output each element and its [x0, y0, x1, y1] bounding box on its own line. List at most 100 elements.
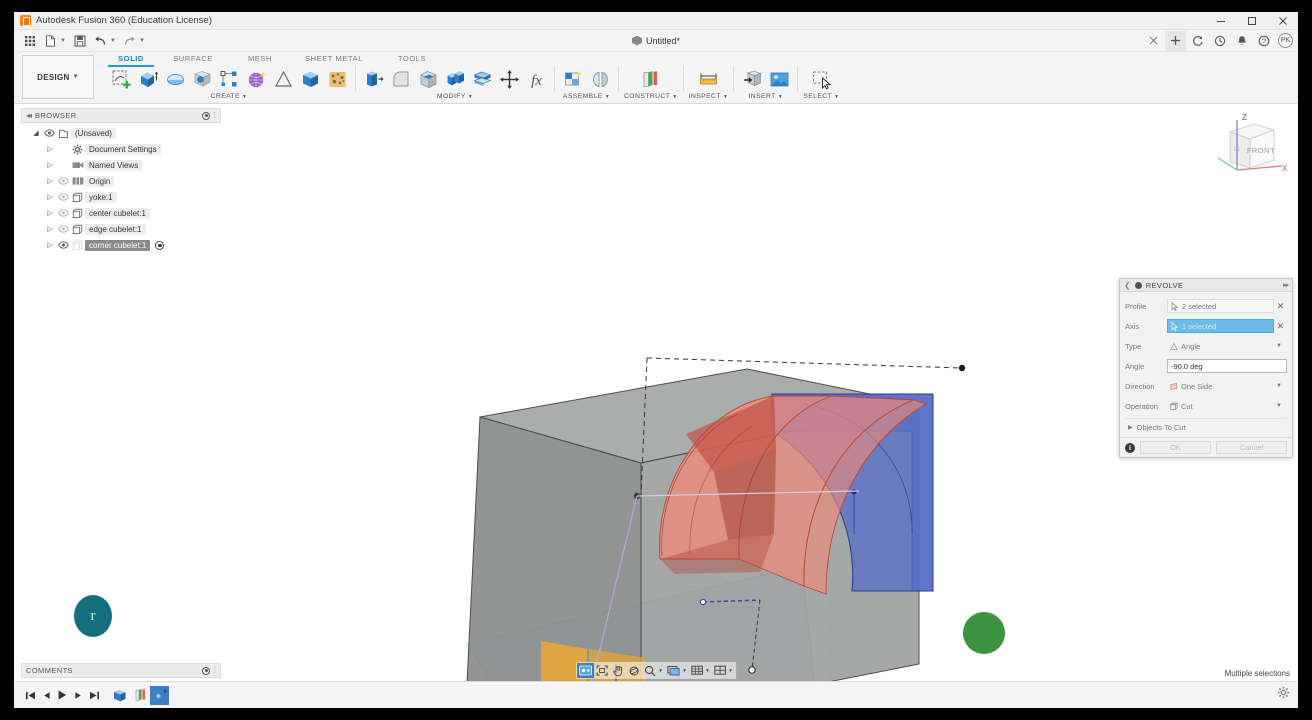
tree-node-unsaved[interactable]: ◢ (Unsaved): [21, 125, 221, 141]
visibility-eye-icon[interactable]: [57, 193, 70, 201]
tree-node-center-cubelet[interactable]: ▷ center cubelet:1: [21, 205, 221, 221]
browser-collapse-icon[interactable]: ◂◂: [26, 111, 32, 120]
viewports-caret-icon[interactable]: ▼: [728, 668, 735, 674]
ribbon-tab-mesh[interactable]: MESH: [232, 52, 288, 65]
tree-node-edge-cubelet[interactable]: ▷ edge cubelet:1: [21, 221, 221, 237]
ribbon-group-insert-label[interactable]: INSERT ▼: [748, 93, 783, 100]
operation-dropdown[interactable]: Cut ▼: [1167, 399, 1287, 413]
insert-canvas-icon[interactable]: [766, 67, 792, 92]
profile-selection-field[interactable]: 2 selected: [1167, 299, 1274, 313]
workspace-switcher[interactable]: DESIGN ▼: [22, 55, 94, 99]
maximize-button[interactable]: [1236, 12, 1267, 30]
timeline-feature-current[interactable]: [150, 685, 169, 705]
zoom-caret-icon[interactable]: ▼: [658, 668, 665, 674]
fit-icon[interactable]: [594, 663, 610, 678]
visibility-eye-icon[interactable]: [57, 209, 70, 217]
mesh-icon[interactable]: [324, 67, 350, 92]
expand-arrow-icon[interactable]: ▷: [43, 241, 57, 249]
box-icon[interactable]: [297, 67, 323, 92]
pattern-icon[interactable]: [216, 67, 242, 92]
angle-input[interactable]: -90.0 deg: [1167, 359, 1287, 373]
ribbon-tab-solid[interactable]: SOLID: [108, 52, 154, 67]
cancel-button[interactable]: Cancel: [1216, 441, 1287, 454]
joint-icon[interactable]: [587, 67, 613, 92]
history-icon[interactable]: [1209, 31, 1230, 51]
close-button[interactable]: [1267, 12, 1298, 30]
browser-options-icon[interactable]: [202, 111, 211, 120]
shell-icon[interactable]: [415, 67, 441, 92]
expand-arrow-icon[interactable]: ◢: [29, 129, 43, 137]
document-tab[interactable]: Untitled*: [624, 32, 688, 50]
orbit-icon[interactable]: [626, 663, 642, 678]
comments-options-icon[interactable]: [202, 666, 211, 675]
step-forward-icon[interactable]: [70, 685, 86, 705]
create-form-icon[interactable]: [243, 67, 269, 92]
expand-arrow-icon[interactable]: ▷: [43, 209, 57, 217]
comments-resize-handle[interactable]: ⁞: [213, 666, 216, 675]
direction-dropdown[interactable]: One Side ▼: [1167, 379, 1287, 393]
dialog-collapse-icon[interactable]: ❮: [1124, 281, 1131, 290]
browser-resize-handle[interactable]: ⁞: [213, 111, 216, 120]
tree-node-document-settings[interactable]: ▷ Document Settings: [21, 141, 221, 157]
axis-selection-field[interactable]: 1 selected: [1167, 319, 1274, 333]
measure-icon[interactable]: [695, 67, 721, 92]
ribbon-tab-sheet-metal[interactable]: SHEET METAL: [288, 52, 380, 65]
expand-arrow-icon[interactable]: ▷: [43, 177, 57, 185]
viewports-icon[interactable]: [712, 663, 728, 678]
component-activate-radio[interactable]: [155, 240, 165, 250]
tree-node-yoke[interactable]: ▷ yoke:1: [21, 189, 221, 205]
step-back-icon[interactable]: [38, 685, 54, 705]
expand-arrow-icon[interactable]: ▷: [43, 161, 57, 169]
ribbon-group-create-label[interactable]: CREATE ▼: [211, 93, 248, 100]
ribbon-tab-tools[interactable]: TOOLS: [380, 52, 444, 65]
visibility-eye-icon[interactable]: [43, 129, 56, 137]
new-component-icon[interactable]: [560, 67, 586, 92]
dialog-pin-icon[interactable]: ▸▸: [1283, 281, 1289, 289]
sweep-icon[interactable]: [189, 67, 215, 92]
close-tab-icon[interactable]: [1143, 31, 1164, 51]
ribbon-group-modify-label[interactable]: MODIFY ▼: [437, 93, 473, 100]
offset-plane-icon[interactable]: [638, 67, 664, 92]
cone-icon[interactable]: [270, 67, 296, 92]
expand-arrow-icon[interactable]: ▷: [43, 193, 57, 201]
select-window-icon[interactable]: [808, 67, 834, 92]
timeline-feature-revolve[interactable]: [130, 686, 149, 705]
operation-caret-icon[interactable]: ▼: [1276, 403, 1284, 409]
revolve-icon[interactable]: [162, 67, 188, 92]
undo-caret-icon[interactable]: ▼: [110, 38, 118, 44]
ok-button[interactable]: OK: [1140, 441, 1211, 454]
type-dropdown[interactable]: Angle ▼: [1167, 339, 1287, 353]
zoom-icon[interactable]: [642, 663, 658, 678]
notifications-icon[interactable]: [1231, 31, 1252, 51]
visibility-eye-icon[interactable]: [57, 225, 70, 233]
new-file-icon[interactable]: [41, 31, 60, 50]
fillet-icon[interactable]: [388, 67, 414, 92]
direction-caret-icon[interactable]: ▼: [1276, 383, 1284, 389]
objects-to-cut-expander[interactable]: ▶ Objects To Cut: [1125, 418, 1287, 435]
ribbon-group-select-label[interactable]: SELECT ▼: [803, 93, 839, 100]
new-file-caret-icon[interactable]: ▼: [60, 38, 68, 44]
move-copy-icon[interactable]: [496, 67, 522, 92]
axis-clear-icon[interactable]: ✕: [1274, 321, 1287, 332]
user-avatar[interactable]: PK: [1278, 33, 1293, 48]
timeline-settings-gear-icon[interactable]: [1277, 686, 1290, 704]
add-tab-icon[interactable]: [1165, 30, 1186, 51]
type-caret-icon[interactable]: ▼: [1276, 343, 1284, 349]
redo-icon[interactable]: [120, 31, 139, 50]
ribbon-group-inspect-label[interactable]: INSPECT ▼: [689, 93, 729, 100]
ribbon-group-construct-label[interactable]: CONSTRUCT ▼: [624, 93, 678, 100]
jump-start-icon[interactable]: [22, 685, 38, 705]
timeline-feature-box[interactable]: [110, 686, 129, 705]
split-body-icon[interactable]: [469, 67, 495, 92]
jump-end-icon[interactable]: [86, 685, 102, 705]
ribbon-group-assemble-label[interactable]: ASSEMBLE ▼: [563, 93, 610, 100]
pan-icon[interactable]: [610, 663, 626, 678]
expand-arrow-icon[interactable]: ▷: [43, 225, 57, 233]
grid-snap-caret-icon[interactable]: ▼: [705, 668, 712, 674]
change-parameters-icon[interactable]: fx: [523, 67, 549, 92]
view-cube[interactable]: FRONT LE Z X: [1204, 110, 1290, 186]
display-mode-icon[interactable]: [665, 663, 682, 678]
undo-icon[interactable]: [91, 31, 110, 50]
apps-grid-icon[interactable]: [20, 31, 39, 50]
combine-icon[interactable]: [442, 67, 468, 92]
